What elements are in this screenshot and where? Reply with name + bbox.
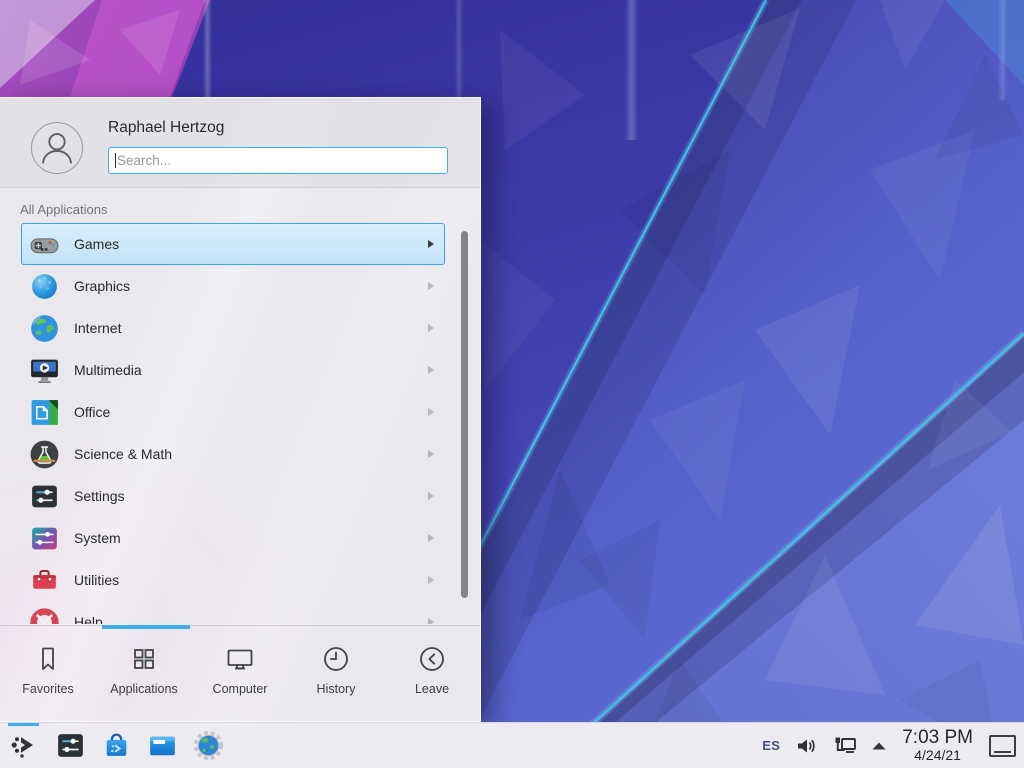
category-label: Settings: [74, 488, 125, 504]
search-input[interactable]: Search...: [108, 147, 448, 174]
tab-favorites[interactable]: Favorites: [0, 629, 96, 721]
category-label: System: [74, 530, 121, 546]
category-label: Science & Math: [74, 446, 172, 462]
tab-history[interactable]: History: [288, 629, 384, 721]
category-label: Help: [74, 614, 103, 624]
launcher-header: Raphael Hertzog Search...: [0, 98, 480, 188]
kickoff-icon: [8, 729, 41, 762]
category-help[interactable]: Help: [21, 601, 445, 624]
taskbar-apps: [8, 729, 225, 762]
tab-label: Favorites: [22, 682, 73, 696]
applications-icon: [129, 644, 159, 674]
internet-icon: [28, 312, 61, 345]
dolphin-folder-icon: [146, 729, 179, 762]
settings-icon: [28, 480, 61, 513]
help-icon: [28, 606, 61, 625]
category-system[interactable]: System: [21, 517, 445, 559]
submenu-arrow-icon: [428, 366, 434, 374]
tab-applications[interactable]: Applications: [96, 629, 192, 721]
history-icon: [321, 644, 351, 674]
network-icon[interactable]: [832, 734, 858, 758]
system-tray: ES 7:03 PM: [762, 728, 1016, 764]
category-utilities[interactable]: Utilities: [21, 559, 445, 601]
category-label: Graphics: [74, 278, 130, 294]
tab-label: Applications: [110, 682, 177, 696]
digital-clock[interactable]: 7:03 PM 4/24/21: [902, 728, 973, 764]
system-settings-icon: [54, 729, 87, 762]
category-office[interactable]: Office: [21, 391, 445, 433]
clock-date: 4/24/21: [902, 748, 973, 763]
expand-tray-icon[interactable]: [872, 741, 886, 751]
submenu-arrow-icon: [428, 534, 434, 542]
clock-time: 7:03 PM: [902, 728, 973, 749]
favorites-icon: [33, 644, 63, 674]
category-multimedia[interactable]: Multimedia: [21, 349, 445, 391]
category-science-math[interactable]: Science & Math: [21, 433, 445, 475]
volume-icon[interactable]: [794, 734, 818, 758]
web-browser-button[interactable]: [192, 729, 225, 762]
computer-icon: [225, 644, 255, 674]
submenu-arrow-icon: [428, 324, 434, 332]
category-graphics[interactable]: Graphics: [21, 265, 445, 307]
keyboard-layout-indicator[interactable]: ES: [762, 738, 780, 753]
leave-icon: [417, 644, 447, 674]
category-settings[interactable]: Settings: [21, 475, 445, 517]
submenu-arrow-icon: [428, 240, 434, 248]
category-games[interactable]: Games: [21, 223, 445, 265]
discover-button[interactable]: [100, 729, 133, 762]
user-name: Raphael Hertzog: [108, 119, 224, 137]
category-label: Utilities: [74, 572, 119, 588]
tab-label: Computer: [213, 682, 268, 696]
category-label: Internet: [74, 320, 121, 336]
games-icon: [28, 228, 61, 261]
user-icon: [32, 123, 82, 173]
user-avatar: [31, 122, 83, 174]
tabbar-separator: [0, 625, 480, 626]
submenu-arrow-icon: [428, 282, 434, 290]
tab-leave[interactable]: Leave: [384, 629, 480, 721]
system-settings-button[interactable]: [54, 729, 87, 762]
category-label: Games: [74, 236, 119, 252]
scrollbar[interactable]: [461, 231, 468, 598]
file-manager-button[interactable]: [146, 729, 179, 762]
multimedia-icon: [28, 354, 61, 387]
text-cursor: [115, 153, 116, 168]
submenu-arrow-icon: [428, 618, 434, 624]
category-label: Office: [74, 404, 110, 420]
web-browser-icon: [192, 729, 225, 762]
application-launcher-menu: Raphael Hertzog Search... All Applicatio…: [0, 97, 481, 722]
taskbar-panel: ES 7:03 PM: [0, 722, 1024, 768]
desktop: Raphael Hertzog Search... All Applicatio…: [0, 0, 1024, 768]
discover-icon: [100, 729, 133, 762]
search-placeholder: Search...: [117, 153, 171, 168]
utilities-icon: [28, 564, 61, 597]
category-label: Multimedia: [74, 362, 142, 378]
show-desktop-button[interactable]: [989, 735, 1016, 757]
category-internet[interactable]: Internet: [21, 307, 445, 349]
tab-label: History: [317, 682, 356, 696]
office-icon: [28, 396, 61, 429]
submenu-arrow-icon: [428, 408, 434, 416]
graphics-icon: [28, 270, 61, 303]
category-list: Games Graphics: [21, 223, 445, 624]
launcher-active-indicator: [8, 723, 39, 726]
launcher-tab-bar: Favorites Applications C: [0, 629, 480, 721]
tab-computer[interactable]: Computer: [192, 629, 288, 721]
section-label: All Applications: [20, 202, 107, 217]
science-icon: [28, 438, 61, 471]
tab-label: Leave: [415, 682, 449, 696]
submenu-arrow-icon: [428, 450, 434, 458]
submenu-arrow-icon: [428, 576, 434, 584]
submenu-arrow-icon: [428, 492, 434, 500]
system-icon: [28, 522, 61, 555]
application-launcher-button[interactable]: [8, 729, 41, 762]
